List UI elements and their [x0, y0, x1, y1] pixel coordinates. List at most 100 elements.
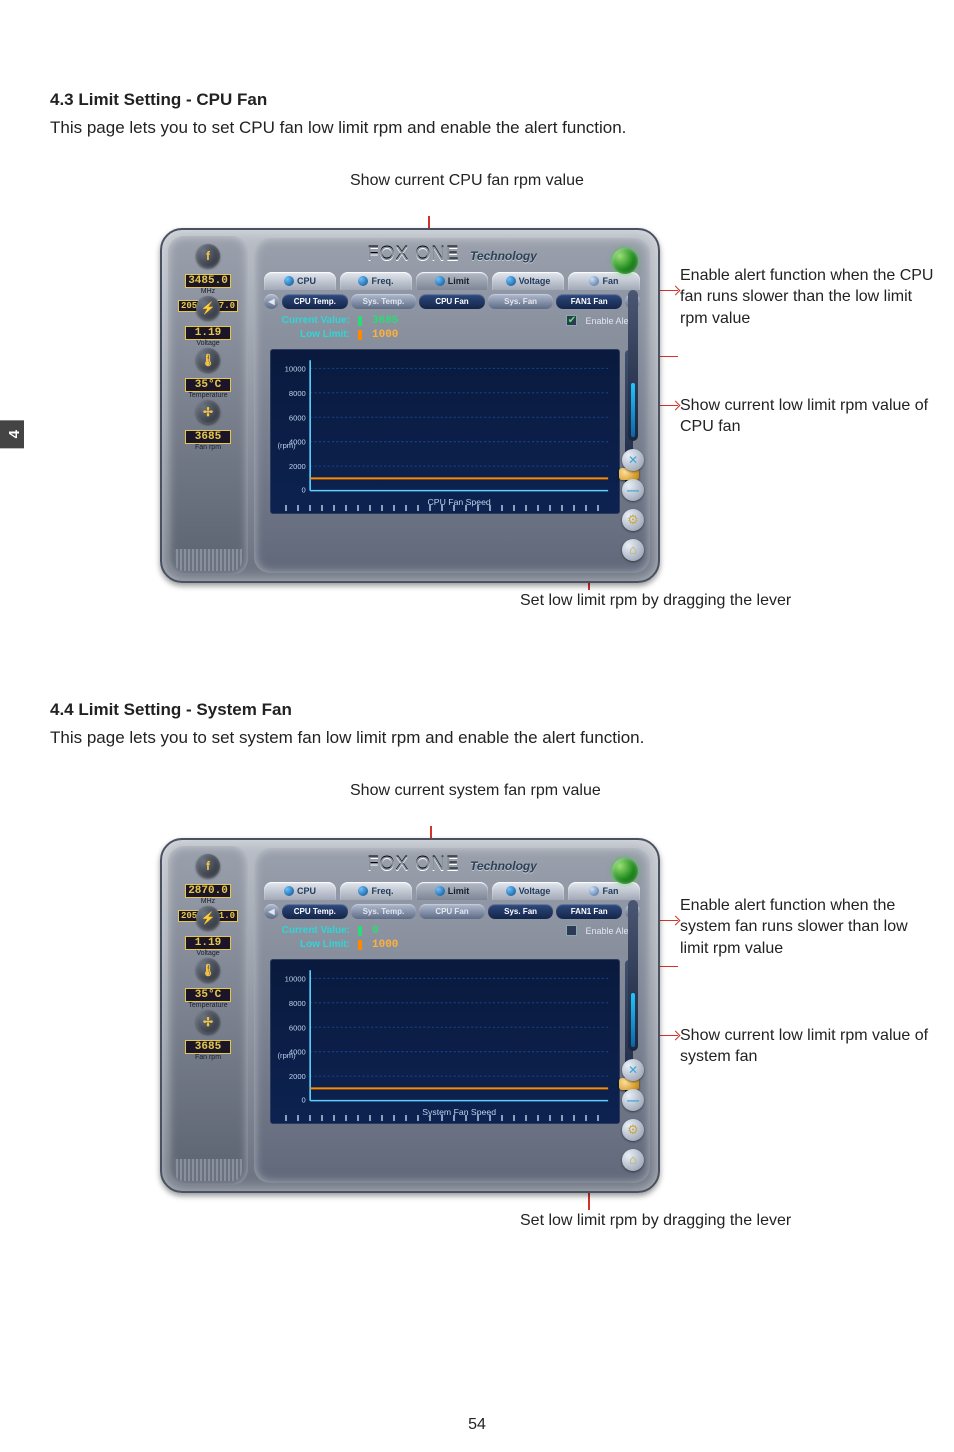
minimize-button[interactable] — [622, 479, 644, 501]
gauge-fan: ✢ 3685 Fan rpm — [176, 1010, 240, 1054]
subtab-prev[interactable]: ◀ — [264, 904, 279, 919]
svg-text:10000: 10000 — [285, 974, 306, 983]
voltage-icon — [506, 276, 516, 286]
subtab-cputemp[interactable]: CPU Temp. — [282, 294, 348, 309]
sub-tabs: ◀ CPU Temp. Sys. Temp. CPU Fan Sys. Fan … — [254, 904, 650, 919]
enable-alert-checkbox[interactable]: ✔ — [566, 315, 577, 326]
subtab-cpufan[interactable]: CPU Fan — [419, 904, 485, 919]
subtab-cpufan[interactable]: CPU Fan — [419, 294, 485, 309]
figure-4-3: Show current CPU fan rpm value Enable al… — [50, 170, 904, 670]
callout-enable-alert: Enable alert function when the CPU fan r… — [680, 265, 940, 330]
tab-limit[interactable]: Limit — [416, 882, 488, 900]
bar-icon — [358, 316, 362, 326]
home-button[interactable] — [622, 539, 644, 561]
cpu-icon — [284, 276, 294, 286]
gauge-temperature: 🌡 35°C Temperature — [176, 348, 240, 392]
tab-cpu[interactable]: CPU — [264, 272, 336, 290]
limit-icon — [435, 276, 445, 286]
sensor-bar — [628, 290, 638, 441]
sidebar-grip — [174, 1159, 242, 1181]
callout-low-limit: Show current low limit rpm value of CPU … — [680, 395, 940, 438]
subtab-prev[interactable]: ◀ — [264, 294, 279, 309]
fan-icon: ✢ — [196, 1010, 220, 1034]
frequency-icon: f — [196, 244, 220, 268]
tab-label: CPU — [297, 276, 316, 286]
bar-icon — [358, 926, 362, 936]
callout-low-limit: Show current low limit rpm value of syst… — [680, 1025, 940, 1068]
freq-value: 3485.0 — [185, 274, 231, 288]
tab-voltage[interactable]: Voltage — [492, 882, 564, 900]
voltage-label: Voltage — [176, 950, 240, 957]
callout-drag-lever: Set low limit rpm by dragging the lever — [520, 590, 791, 612]
subtab-cputemp[interactable]: CPU Temp. — [282, 904, 348, 919]
gauge-fan: ✢ 3685 Fan rpm — [176, 400, 240, 444]
tab-voltage[interactable]: Voltage — [492, 272, 564, 290]
freq-icon — [358, 276, 368, 286]
fan-label: Fan rpm — [176, 1054, 240, 1061]
sensor-bar — [628, 900, 638, 1051]
callout-current-value: Show current CPU fan rpm value — [350, 170, 584, 192]
current-value-label: Current Value: — [270, 925, 350, 936]
tab-label: Fan — [602, 886, 618, 896]
main-panel: FOX ONE Technology CPU Freq. Limit Volta… — [254, 238, 650, 573]
subtab-fan1[interactable]: FAN1 Fan — [556, 294, 622, 309]
subtab-systemp[interactable]: Sys. Temp. — [351, 294, 417, 309]
svg-text:0: 0 — [302, 486, 306, 495]
tab-limit[interactable]: Limit — [416, 272, 488, 290]
current-value: 0 — [372, 925, 379, 937]
current-value-label: Current Value: — [270, 315, 350, 326]
cpu-icon — [284, 886, 294, 896]
bolt-icon: ⚡ — [196, 906, 220, 930]
temp-label: Temperature — [176, 1002, 240, 1009]
minimize-button[interactable] — [622, 1089, 644, 1111]
gauge-temperature: 🌡 35°C Temperature — [176, 958, 240, 1002]
tab-freq[interactable]: Freq. — [340, 882, 412, 900]
readout: Current Value: 3685 ✔ Enable Alert Low L… — [254, 309, 650, 345]
subtab-fan1[interactable]: FAN1 Fan — [556, 904, 622, 919]
voltage-label: Voltage — [176, 340, 240, 347]
foxone-app: f 2870.0 MHz 205 x 11.0 ⚡ 1.19 Voltage 🌡… — [160, 838, 660, 1193]
tabfan-icon — [589, 886, 599, 896]
heading-4-4: 4.4 Limit Setting - System Fan — [50, 700, 904, 720]
freq-value: 2870.0 — [185, 884, 231, 898]
subtab-sysfan[interactable]: Sys. Fan — [488, 294, 554, 309]
sub-tabs: ◀ CPU Temp. Sys. Temp. CPU Fan Sys. Fan … — [254, 294, 650, 309]
tab-fan[interactable]: Fan — [568, 882, 640, 900]
tab-cpu[interactable]: CPU — [264, 882, 336, 900]
timeline-dots — [285, 1115, 605, 1121]
settings-button[interactable] — [622, 509, 644, 531]
low-limit-label: Low Limit: — [270, 939, 350, 950]
status-orb-icon[interactable] — [612, 858, 638, 884]
tab-label: Voltage — [519, 886, 551, 896]
settings-button[interactable] — [622, 1119, 644, 1141]
gauge-frequency: f 3485.0 MHz 205 x 17.0 — [176, 244, 240, 288]
page-number: 54 — [0, 1416, 954, 1434]
status-orb-icon[interactable] — [612, 248, 638, 274]
callout-current-value: Show current system fan rpm value — [350, 780, 601, 802]
fan-value: 3685 — [185, 1040, 231, 1054]
fan-icon: ✢ — [196, 400, 220, 424]
callout-drag-lever: Set low limit rpm by dragging the lever — [520, 1210, 791, 1232]
tab-label: Freq. — [371, 276, 393, 286]
close-button[interactable] — [622, 449, 644, 471]
tab-fan[interactable]: Fan — [568, 272, 640, 290]
svg-text:0: 0 — [302, 1095, 306, 1104]
brand: FOX ONE Technology — [254, 238, 650, 270]
gauge-voltage: ⚡ 1.19 Voltage — [176, 296, 240, 340]
close-button[interactable] — [622, 1059, 644, 1081]
tab-freq[interactable]: Freq. — [340, 272, 412, 290]
chart-cpu-fan-speed: 10000 8000 6000 4000 2000 0 (rpm) CPU Fa… — [270, 349, 620, 514]
subtab-systemp[interactable]: Sys. Temp. — [351, 904, 417, 919]
gauge-frequency: f 2870.0 MHz 205 x 11.0 — [176, 854, 240, 898]
heading-4-3: 4.3 Limit Setting - CPU Fan — [50, 90, 904, 110]
brand-logo: FOX ONE — [367, 244, 460, 266]
tab-label: Limit — [448, 276, 470, 286]
limit-icon — [435, 886, 445, 896]
chart-svg: 10000 8000 6000 4000 2000 0 (rpm) CPU Fa… — [271, 350, 619, 513]
subtab-sysfan[interactable]: Sys. Fan — [488, 904, 554, 919]
section-4-4: 4.4 Limit Setting - System Fan This page… — [50, 700, 904, 1280]
bar-icon — [358, 940, 362, 950]
right-controls — [624, 290, 642, 561]
enable-alert-checkbox[interactable] — [566, 925, 577, 936]
home-button[interactable] — [622, 1149, 644, 1171]
